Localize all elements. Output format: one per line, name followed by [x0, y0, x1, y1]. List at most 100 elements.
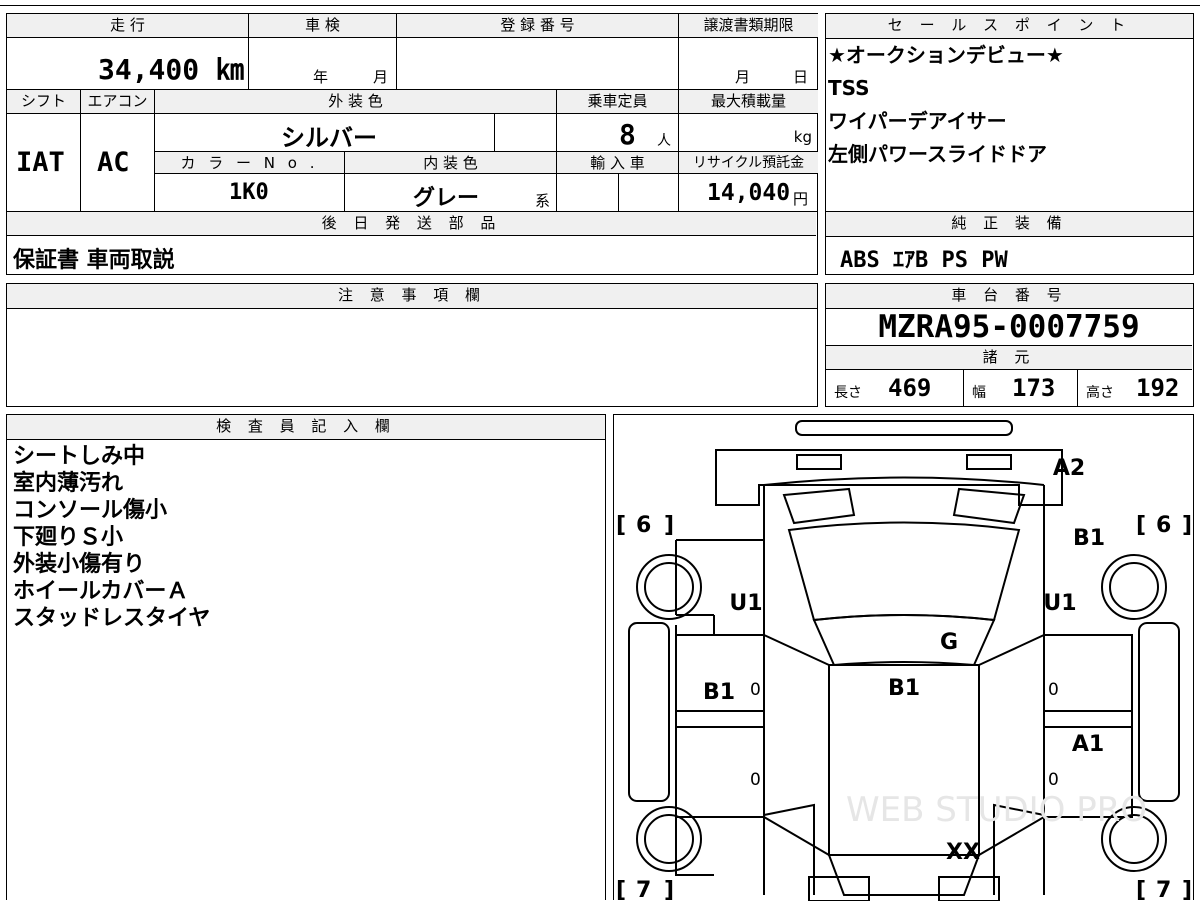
mark-rear-hatch: A2 — [1053, 456, 1085, 481]
transfer-deadline-cell: 月 日 — [679, 38, 818, 90]
exterior-color-label: 外 装 色 — [155, 90, 557, 114]
tire-bracket-front-right-close: ] — [1182, 878, 1192, 901]
chassis-number: MZRA95-0007759 — [826, 308, 1192, 346]
sales-point-item: ワイパーデアイサー — [828, 109, 1007, 133]
basic-info-table: 走 行 車 検 登 録 番 号 譲渡書類期限 34,400 ㎞ 年 月 月 日 … — [6, 13, 818, 275]
recycle-fee-label: リサイクル預託金 — [679, 152, 818, 174]
watermark: WEB STUDIO PRO — [846, 790, 1147, 830]
tire-bracket-front-right-open: [ — [1136, 878, 1146, 901]
door-zero-left-rear: 0 — [750, 680, 761, 700]
recycle-fee-value: 14,040 — [707, 180, 791, 206]
sales-point-item: 左側パワースライドドア — [828, 142, 1047, 166]
spec-height-value: 192 — [1136, 374, 1180, 402]
import-cell-a — [557, 174, 619, 212]
spec-width-value: 173 — [1012, 374, 1056, 402]
spec-length-label: 長さ — [834, 385, 862, 401]
top-strip — [0, 0, 1200, 6]
tire-bracket-rear-right-open: [ — [1136, 513, 1146, 538]
rear-light-left — [796, 454, 842, 470]
deadline-month-unit: 月 — [735, 68, 751, 86]
inspection-year-unit: 年 — [313, 68, 329, 86]
interior-color-value: グレー — [413, 186, 480, 211]
aircon-label: エアコン — [81, 90, 155, 114]
aircon-value: AC — [97, 147, 130, 178]
mark-left-rear-door: B1 — [703, 680, 735, 705]
inspector-panel: 検 査 員 記 入 欄 シートしみ中 室内薄汚れ コンソール傷小 下廻りＳ小 外… — [6, 414, 606, 900]
shift-value: IAT — [16, 147, 65, 178]
inspection-label: 車 検 — [249, 14, 397, 38]
tire-bracket-rear-left-close: ] — [664, 513, 674, 538]
interior-suffix: 系 — [535, 192, 551, 210]
mark-right-quarter-lower: U1 — [1043, 591, 1076, 616]
max-load-label: 最大積載量 — [679, 90, 818, 114]
mark-right-rear-quarter: B1 — [1073, 526, 1105, 551]
inspector-note: スタッドレスタイヤ — [13, 606, 211, 631]
car-diagram-panel: A2 B1 U1 U1 G B1 B1 A1 XX [ 6 ] [ 6 ] [ … — [613, 414, 1194, 901]
spec-length-value: 469 — [888, 374, 932, 402]
mark-hood: XX — [946, 840, 980, 865]
shift-label: シフト — [7, 90, 81, 114]
later-parts-header: 後 日 発 送 部 品 — [7, 212, 816, 236]
shift-cell: IAT — [7, 114, 81, 212]
sales-points-panel: セ ー ル ス ポ イ ン ト ★オークションデビュー★ TSS ワイパーデアイ… — [825, 13, 1194, 213]
specs-header: 諸 元 — [826, 346, 1192, 370]
equipment-header: 純 正 装 備 — [826, 212, 1193, 237]
interior-color-cell: グレー 系 — [345, 174, 557, 212]
capacity-cell: 8 人 — [557, 114, 679, 152]
inspector-note: 室内薄汚れ — [13, 471, 124, 496]
mark-roof: G — [940, 630, 958, 655]
inspector-note: シートしみ中 — [13, 444, 146, 469]
rear-glass-shape — [787, 521, 1021, 622]
sales-point-item: TSS — [828, 76, 870, 100]
color-no-value: 1K0 — [229, 180, 269, 205]
tire-label-front-right: 7 — [1156, 878, 1171, 901]
capacity-unit: 人 — [657, 133, 671, 149]
max-load-cell: kg — [679, 114, 818, 152]
mark-right-front-door: A1 — [1072, 732, 1104, 757]
import-label: 輸 入 車 — [557, 152, 679, 174]
transfer-deadline-label: 譲渡書類期限 — [679, 14, 818, 38]
roof-rear-shape — [812, 614, 996, 667]
spec-height: 高さ 192 — [1078, 370, 1192, 406]
later-parts-value: 保証書 車両取説 — [13, 248, 175, 273]
max-load-unit: kg — [793, 128, 812, 146]
inspector-notes: シートしみ中 室内薄汚れ コンソール傷小 下廻りＳ小 外装小傷有り ホイールカバ… — [7, 440, 605, 632]
mark-left-rear-quarter: U1 — [729, 591, 762, 616]
capacity-value: 8 — [619, 118, 636, 151]
car-diagram: A2 B1 U1 U1 G B1 B1 A1 XX [ 6 ] [ 6 ] [ … — [616, 420, 1192, 901]
notes-panel: 注 意 事 項 欄 — [6, 283, 818, 407]
equipment-panel: 純 正 装 備 ABS ｴｱB PS PW — [825, 211, 1194, 275]
tire-bracket-rear-right-close: ] — [1182, 513, 1192, 538]
recycle-fee-cell: 14,040 円 — [679, 174, 818, 212]
spec-height-label: 高さ — [1086, 385, 1114, 401]
chassis-panel: 車 台 番 号 MZRA95-0007759 諸 元 長さ 469 幅 173 … — [825, 283, 1194, 407]
notes-header: 注 意 事 項 欄 — [7, 284, 817, 309]
mileage-label: 走 行 — [7, 14, 249, 38]
mark-roof-center: B1 — [888, 676, 920, 701]
inspector-note: 外装小傷有り — [13, 552, 146, 577]
color-no-label: カ ラ ー N o . — [155, 152, 345, 174]
exterior-color-cell: シルバー — [155, 114, 495, 152]
spec-length: 長さ 469 — [826, 370, 964, 406]
sales-point-item: ★オークションデビュー★ — [828, 43, 1064, 67]
door-zero-left-front: 0 — [750, 770, 761, 790]
interior-color-label: 内 装 色 — [345, 152, 557, 174]
tire-bracket-rear-left-open: [ — [616, 513, 626, 538]
spec-width-label: 幅 — [972, 385, 986, 401]
exterior-color-code-cell — [495, 114, 557, 152]
color-no-cell: 1K0 — [155, 174, 345, 212]
rear-light-right — [966, 454, 1012, 470]
exterior-color-value: シルバー — [281, 124, 377, 152]
tire-label-front-left: 7 — [636, 878, 651, 901]
tire-label-rear-left: 6 — [636, 513, 651, 538]
inspection-month-unit: 月 — [373, 68, 389, 86]
tire-label-rear-right: 6 — [1156, 513, 1171, 538]
inspector-header: 検 査 員 記 入 欄 — [7, 415, 605, 440]
sales-points-list: ★オークションデビュー★ TSS ワイパーデアイサー 左側パワースライドドア — [826, 39, 1193, 171]
import-cell-b — [619, 174, 679, 212]
registration-label: 登 録 番 号 — [397, 14, 679, 38]
recycle-fee-unit: 円 — [793, 190, 809, 208]
tire-bracket-front-left-open: [ — [616, 878, 626, 901]
spec-width: 幅 173 — [964, 370, 1078, 406]
door-zero-right-rear: 0 — [1048, 680, 1059, 700]
